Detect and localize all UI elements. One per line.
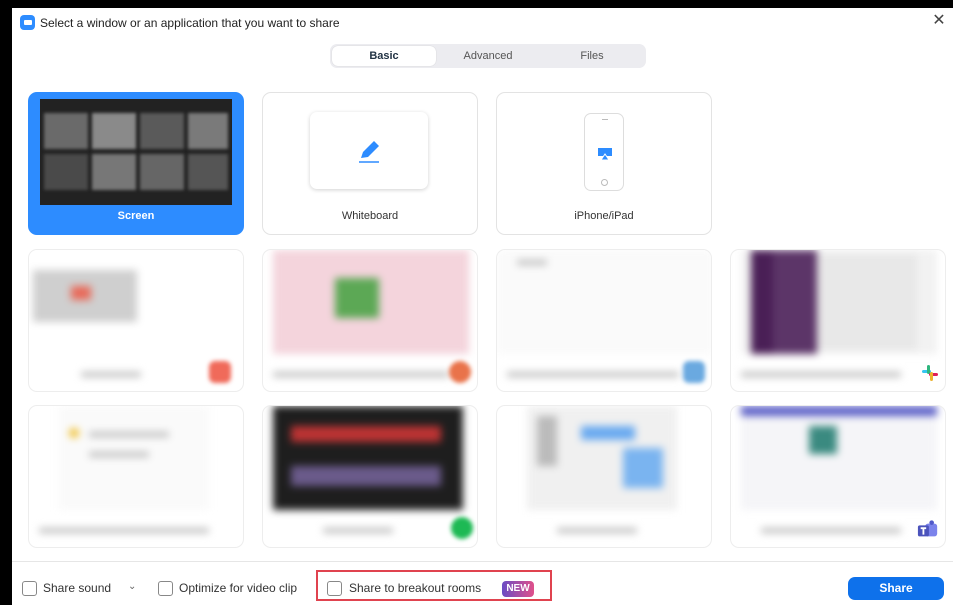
window-tile[interactable]	[262, 249, 478, 392]
optimize-video-label: Optimize for video clip	[179, 581, 298, 595]
share-sound-checkbox[interactable]	[22, 581, 37, 596]
close-icon[interactable]: ✕	[930, 12, 948, 30]
screen-tile[interactable]: Screen	[28, 92, 244, 235]
iphone-ipad-tile[interactable]: iPhone/iPad	[496, 92, 712, 235]
app-icon	[449, 361, 471, 383]
tab-files[interactable]: Files	[540, 46, 644, 66]
whiteboard-tile[interactable]: Whiteboard	[262, 92, 478, 235]
share-button[interactable]: Share	[848, 577, 944, 600]
screen-preview-thumbnail	[40, 99, 232, 205]
app-icon	[209, 361, 231, 383]
window-tile[interactable]	[730, 249, 946, 392]
phone-thumbnail	[584, 113, 624, 191]
footer-bar: Share sound ⌄ Optimize for video clip Sh…	[12, 561, 953, 605]
tab-basic[interactable]: Basic	[332, 46, 436, 66]
tab-bar: Basic Advanced Files	[330, 44, 646, 68]
whiteboard-label: Whiteboard	[341, 210, 399, 222]
share-sound-label: Share sound	[43, 581, 112, 595]
zoom-logo-icon	[20, 15, 35, 30]
window-title: Select a window or an application that y…	[40, 16, 340, 30]
teams-icon	[917, 520, 938, 537]
app-icon	[683, 361, 705, 383]
iphone-ipad-label: iPhone/iPad	[574, 210, 634, 222]
screen-label: Screen	[117, 210, 155, 222]
window-tile[interactable]	[28, 405, 244, 548]
pencil-icon	[359, 140, 379, 163]
share-screen-dialog: Select a window or an application that y…	[12, 8, 953, 605]
window-tile[interactable]	[496, 405, 712, 548]
window-tile[interactable]	[496, 249, 712, 392]
share-breakout-rooms-checkbox[interactable]	[327, 581, 342, 596]
share-breakout-rooms-label: Share to breakout rooms	[349, 581, 482, 595]
tab-advanced[interactable]: Advanced	[436, 46, 540, 66]
chevron-down-icon[interactable]: ⌄	[128, 581, 136, 592]
window-tile[interactable]	[730, 405, 946, 548]
whiteboard-thumbnail	[310, 112, 428, 189]
window-tile[interactable]	[262, 405, 478, 548]
slack-icon	[922, 365, 938, 381]
airplay-icon	[598, 148, 612, 161]
title-bar: Select a window or an application that y…	[12, 8, 953, 36]
app-icon	[451, 517, 473, 539]
optimize-video-checkbox[interactable]	[158, 581, 173, 596]
window-tile[interactable]	[28, 249, 244, 392]
new-badge: NEW	[502, 581, 534, 597]
